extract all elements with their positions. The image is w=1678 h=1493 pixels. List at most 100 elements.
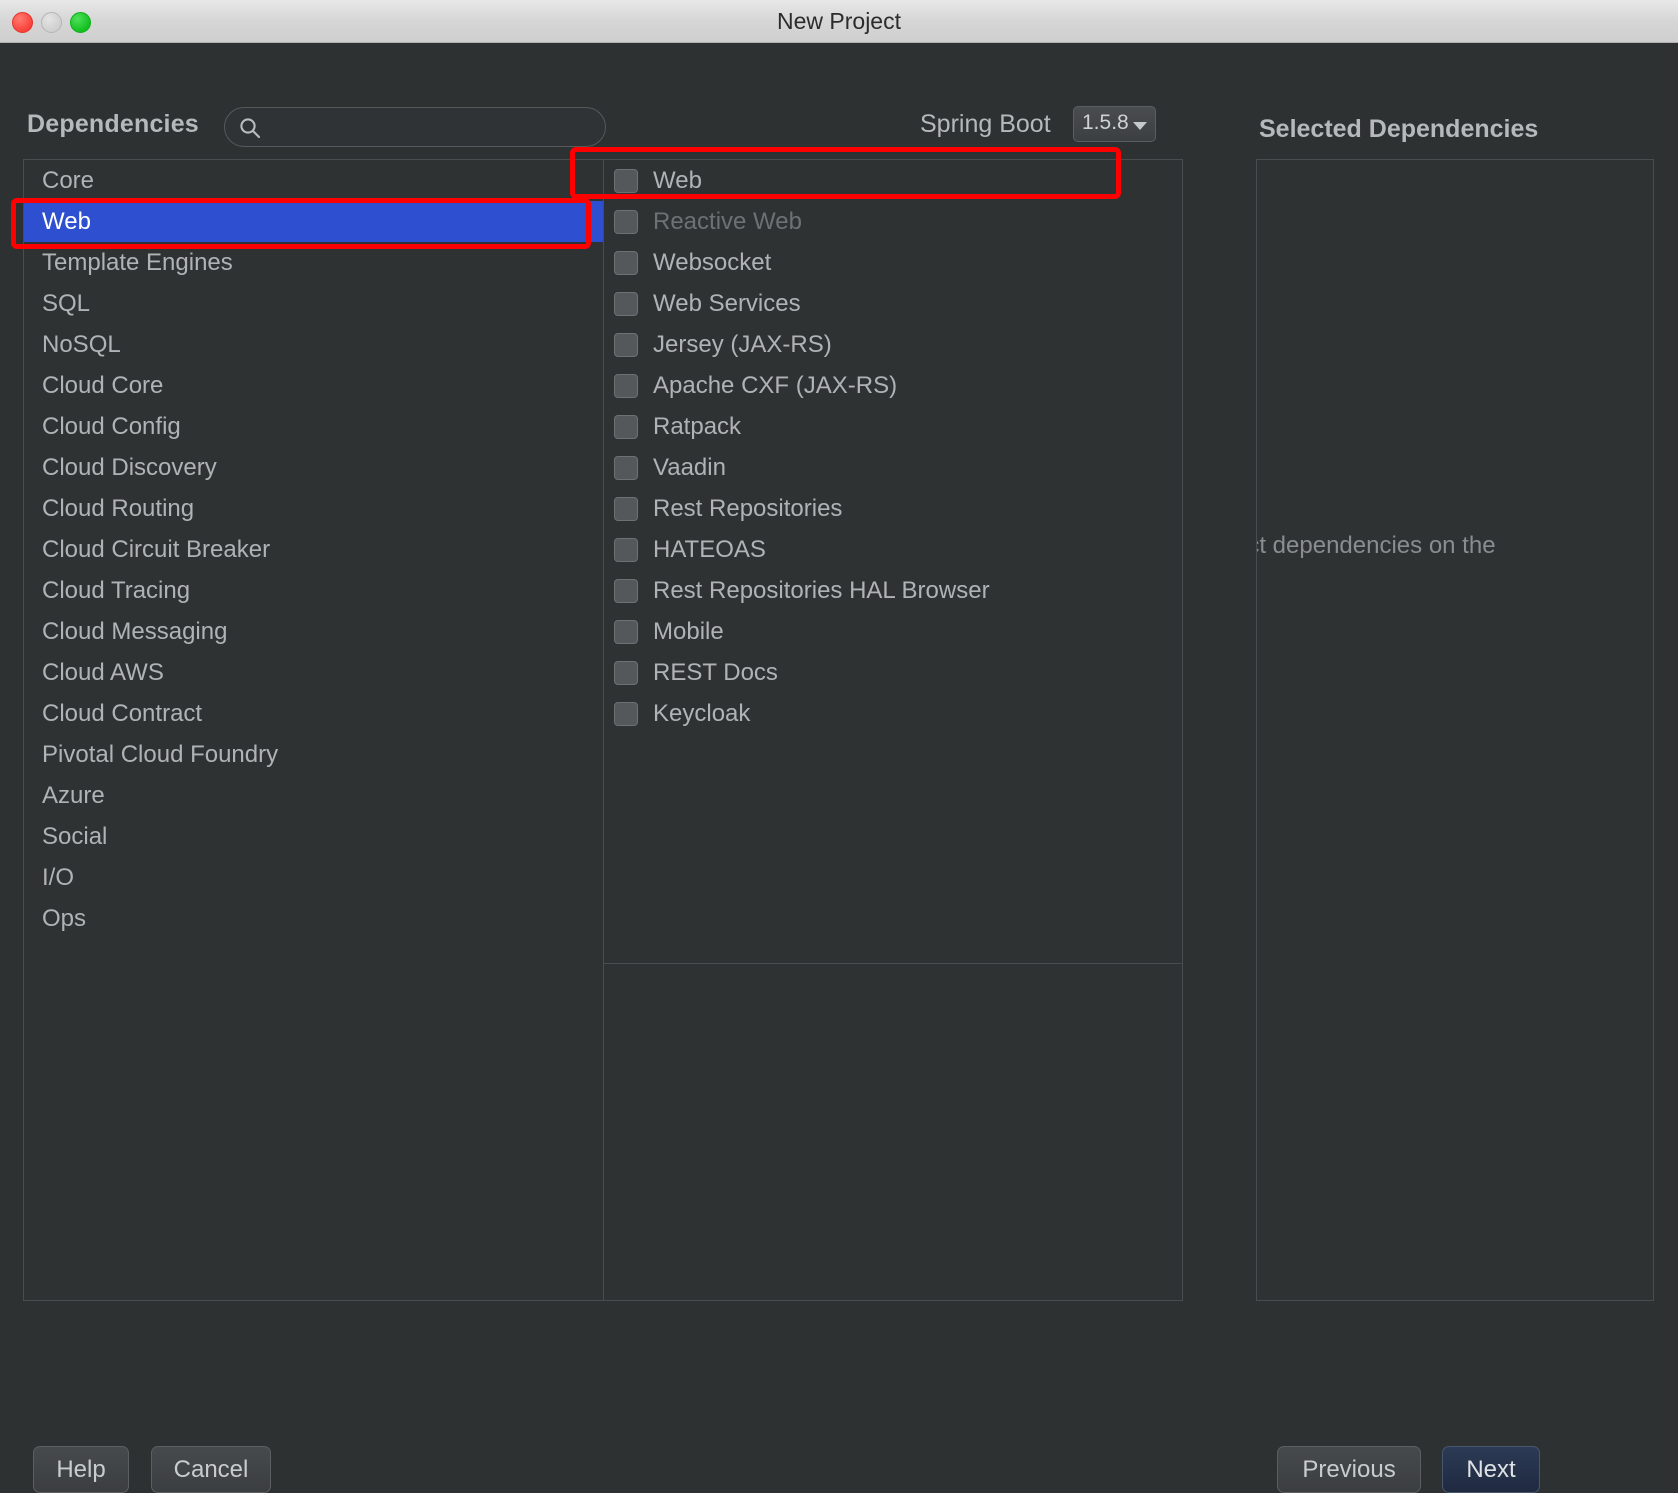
checkbox-unchecked-icon — [614, 209, 638, 234]
category-item-label: Cloud Discovery — [42, 454, 217, 481]
category-item[interactable]: Template Engines — [24, 242, 603, 283]
dependency-list-divider — [604, 963, 1182, 964]
dependency-item-label: Apache CXF (JAX-RS) — [653, 371, 898, 399]
category-item[interactable]: Cloud Tracing — [24, 570, 603, 611]
dependency-item[interactable]: Jersey (JAX-RS) — [604, 324, 1182, 365]
new-project-dialog: Dependencies Spring Boot 1.5.8 Selected … — [0, 43, 1678, 1493]
dependency-item[interactable]: HATEOAS — [604, 529, 1182, 570]
dependency-item-label: Rest Repositories HAL Browser — [653, 576, 990, 604]
spring-boot-label: Spring Boot — [920, 110, 1051, 138]
dependencies-label: Dependencies — [27, 110, 199, 138]
selected-dependencies-hint: ect dependencies on the — [1257, 532, 1496, 559]
category-list: Core Web Template Engines SQL NoSQL Cloud Cor… — [24, 160, 603, 939]
dependency-list: Web Reactive Web Websocket Web Services Jers… — [604, 160, 1182, 734]
category-item-label: Cloud Core — [42, 372, 164, 399]
category-item[interactable]: Ops — [24, 898, 603, 939]
dependency-item[interactable]: Keycloak — [604, 693, 1182, 734]
dependency-item[interactable]: Apache CXF (JAX-RS) — [604, 365, 1182, 406]
cancel-button[interactable]: Cancel — [151, 1446, 271, 1493]
category-item[interactable]: I/O — [24, 857, 603, 898]
window-title: New Project — [777, 8, 901, 34]
checkbox-unchecked-icon[interactable] — [614, 619, 638, 644]
dependency-item[interactable]: Rest Repositories HAL Browser — [604, 570, 1182, 611]
category-item[interactable]: Cloud Discovery — [24, 447, 603, 488]
category-item[interactable]: Cloud AWS — [24, 652, 603, 693]
category-list-panel: Core Web Template Engines SQL NoSQL Cloud Cor… — [23, 159, 603, 1301]
category-item-label: Cloud Routing — [42, 495, 195, 522]
checkbox-unchecked-icon[interactable] — [614, 414, 638, 439]
dependency-item-label: Ratpack — [653, 412, 742, 440]
category-item[interactable]: Cloud Circuit Breaker — [24, 529, 603, 570]
dependency-item-label: HATEOAS — [653, 535, 766, 563]
chevron-down-icon — [1133, 122, 1147, 130]
dependency-item-label: Vaadin — [653, 453, 726, 481]
category-item-label: Cloud Tracing — [42, 577, 191, 604]
dependency-item[interactable]: Mobile — [604, 611, 1182, 652]
category-item-label: Pivotal Cloud Foundry — [42, 741, 279, 768]
checkbox-unchecked-icon[interactable] — [614, 332, 638, 357]
checkbox-unchecked-icon[interactable] — [614, 578, 638, 603]
window-titlebar: New Project — [0, 0, 1678, 43]
category-item[interactable]: Azure — [24, 775, 603, 816]
checkbox-unchecked-icon[interactable] — [614, 168, 638, 193]
dependency-item-label: Mobile — [653, 617, 724, 645]
spring-boot-version-value: 1.5.8 — [1082, 111, 1129, 134]
category-item[interactable]: Pivotal Cloud Foundry — [24, 734, 603, 775]
checkbox-unchecked-icon[interactable] — [614, 373, 638, 398]
dependency-item[interactable]: Rest Repositories — [604, 488, 1182, 529]
dependency-item-label: Web Services — [653, 289, 801, 317]
checkbox-unchecked-icon[interactable] — [614, 701, 638, 726]
dependency-item[interactable]: Ratpack — [604, 406, 1182, 447]
dependency-item[interactable]: Websocket — [604, 242, 1182, 283]
category-item[interactable]: SQL — [24, 283, 603, 324]
dependency-item-label: Keycloak — [653, 699, 751, 727]
category-item[interactable]: Cloud Core — [24, 365, 603, 406]
selected-dependencies-hint-clip: ect dependencies on the — [1257, 160, 1653, 1300]
category-item-label: Cloud Circuit Breaker — [42, 536, 271, 563]
checkbox-unchecked-icon[interactable] — [614, 455, 638, 480]
category-item[interactable]: Cloud Contract — [24, 693, 603, 734]
category-item[interactable]: NoSQL — [24, 324, 603, 365]
dependency-item: Reactive Web — [604, 201, 1182, 242]
category-item[interactable]: Cloud Config — [24, 406, 603, 447]
category-item[interactable]: Social — [24, 816, 603, 857]
checkbox-unchecked-icon[interactable] — [614, 496, 638, 521]
checkbox-unchecked-icon[interactable] — [614, 250, 638, 275]
category-item[interactable]: Cloud Routing — [24, 488, 603, 529]
category-item-label: NoSQL — [42, 331, 121, 358]
category-item-label: Cloud AWS — [42, 659, 164, 686]
dependency-item[interactable]: REST Docs — [604, 652, 1182, 693]
checkbox-unchecked-icon[interactable] — [614, 537, 638, 562]
dependency-item[interactable]: Web Services — [604, 283, 1182, 324]
spring-boot-version-dropdown[interactable]: 1.5.8 — [1073, 106, 1156, 142]
category-item-label: Template Engines — [42, 249, 233, 276]
checkbox-unchecked-icon[interactable] — [614, 660, 638, 685]
dependency-item-label: Web — [653, 166, 702, 194]
dependency-list-panel: Web Reactive Web Websocket Web Services Jers… — [603, 159, 1183, 1301]
category-item-label: Web — [42, 208, 91, 235]
next-button[interactable]: Next — [1442, 1446, 1540, 1493]
dependency-item-label: Rest Repositories — [653, 494, 843, 522]
dependency-item-label: REST Docs — [653, 658, 778, 686]
dependency-item-label: Reactive Web — [653, 207, 802, 235]
category-item[interactable]: Cloud Messaging — [24, 611, 603, 652]
category-item[interactable]: Core — [24, 160, 603, 201]
category-item[interactable]: Web — [24, 201, 603, 242]
dependency-item-label: Jersey (JAX-RS) — [653, 330, 832, 358]
search-field[interactable] — [224, 107, 606, 147]
dependency-item-label: Websocket — [653, 248, 772, 276]
category-item-label: Ops — [42, 905, 87, 932]
category-item-label: SQL — [42, 290, 91, 317]
search-input[interactable] — [271, 108, 597, 146]
category-item-label: Azure — [42, 782, 105, 809]
category-item-label: Cloud Config — [42, 413, 181, 440]
checkbox-unchecked-icon[interactable] — [614, 291, 638, 316]
help-button[interactable]: Help — [33, 1446, 129, 1493]
dependency-item[interactable]: Web — [604, 160, 1182, 201]
category-item-label: I/O — [42, 864, 75, 891]
search-icon — [239, 117, 261, 139]
dependency-item[interactable]: Vaadin — [604, 447, 1182, 488]
category-item-label: Cloud Contract — [42, 700, 203, 727]
previous-button[interactable]: Previous — [1277, 1446, 1421, 1493]
selected-dependencies-title: Selected Dependencies — [1259, 115, 1539, 143]
